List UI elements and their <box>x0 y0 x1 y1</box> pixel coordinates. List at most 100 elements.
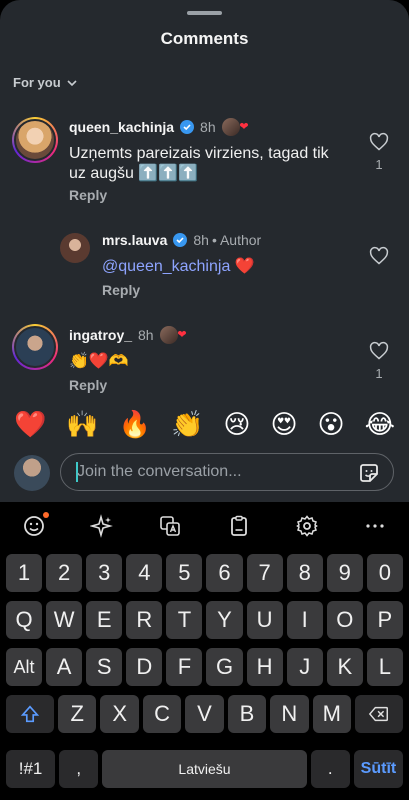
emoji-raised-hands[interactable]: 🙌 <box>66 410 98 440</box>
emoji-quick-bar: ❤️ 🙌 🔥 👏 😢 😍 😮 😂 <box>0 404 409 446</box>
shift-arrow-icon <box>20 705 40 723</box>
comment-time: 8h <box>193 232 209 248</box>
key-u[interactable]: U <box>246 601 283 639</box>
key-t[interactable]: T <box>166 601 203 639</box>
key-b[interactable]: B <box>227 695 267 733</box>
emoji-heart-eyes[interactable]: 😍 <box>270 410 297 440</box>
emoji-keyboard-button[interactable] <box>22 512 50 538</box>
more-options-button[interactable] <box>363 514 387 538</box>
translate-icon <box>160 516 181 536</box>
mention-link[interactable]: @queen_kachinja <box>102 258 230 275</box>
key-c[interactable]: C <box>142 695 182 733</box>
key-e[interactable]: E <box>86 601 123 639</box>
reply-button[interactable]: Reply <box>69 187 107 203</box>
comment-text: @queen_kachinja ❤️ <box>102 257 255 277</box>
key-j[interactable]: J <box>286 648 323 686</box>
avatar[interactable] <box>12 117 58 163</box>
heart-outline-icon[interactable] <box>369 246 389 266</box>
heart-outline-icon[interactable] <box>369 341 389 361</box>
key-1[interactable]: 1 <box>6 554 43 592</box>
keyboard-settings-button[interactable] <box>295 514 319 538</box>
number-row: 1 2 3 4 5 6 7 8 9 0 <box>6 554 403 592</box>
key-n[interactable]: N <box>270 695 309 733</box>
shift-key[interactable] <box>6 695 55 733</box>
sticker-icon[interactable] <box>357 461 381 485</box>
avatar[interactable] <box>12 324 58 370</box>
clipboard-icon <box>230 515 247 536</box>
comment-composer: Join the conversation... <box>14 453 394 493</box>
comments-sheet: Comments For you queen_kachinja 8h ❤ Uzņ… <box>0 0 409 502</box>
backspace-key[interactable] <box>354 695 404 733</box>
key-8[interactable]: 8 <box>286 554 323 592</box>
drag-handle[interactable] <box>187 11 222 15</box>
verified-badge-icon <box>180 120 195 134</box>
key-w[interactable]: W <box>46 601 83 639</box>
emoji-surprised[interactable]: 😮 <box>318 410 345 440</box>
sort-filter[interactable]: For you <box>13 75 79 90</box>
key-4[interactable]: 4 <box>126 554 163 592</box>
emoji-crying[interactable]: 😢 <box>223 410 250 440</box>
key-a[interactable]: A <box>46 648 83 686</box>
key-g[interactable]: G <box>206 648 243 686</box>
smiley-icon <box>24 516 44 536</box>
space-bar[interactable]: Latviešu <box>102 750 307 788</box>
comment-username[interactable]: mrs.lauva 8h • Author <box>102 232 261 248</box>
heart-outline-icon[interactable] <box>369 132 389 152</box>
emoji-fire[interactable]: 🔥 <box>119 410 151 440</box>
emoji-laughing[interactable]: 😂 <box>365 410 395 440</box>
emoji-heart[interactable]: ❤️ <box>14 410 46 440</box>
key-alt[interactable]: Alt <box>6 648 43 686</box>
symbols-key[interactable]: !#1 <box>6 750 56 788</box>
heart-icon: ❤ <box>177 329 187 341</box>
key-f[interactable]: F <box>166 648 203 686</box>
like-count: 1 <box>375 366 383 381</box>
key-p[interactable]: P <box>366 601 403 639</box>
comment-input-placeholder: Join the conversation... <box>77 463 242 480</box>
key-5[interactable]: 5 <box>166 554 203 592</box>
period-key[interactable]: . <box>310 750 350 788</box>
like-count: 1 <box>375 157 383 172</box>
key-0[interactable]: 0 <box>366 554 403 592</box>
comment-time: 8h <box>200 119 216 135</box>
key-z[interactable]: Z <box>58 695 97 733</box>
key-m[interactable]: M <box>312 695 351 733</box>
clipboard-button[interactable] <box>227 514 251 538</box>
key-k[interactable]: K <box>326 648 363 686</box>
comment-time: 8h <box>138 327 154 343</box>
key-l[interactable]: L <box>366 648 403 686</box>
bottom-row: !#1 , Latviešu . Sūtīt <box>6 750 403 788</box>
key-6[interactable]: 6 <box>206 554 243 592</box>
comment-input[interactable]: Join the conversation... <box>60 453 394 491</box>
key-v[interactable]: V <box>185 695 224 733</box>
comment-text: Uzņemts pareizais virziens, tagad tik uz… <box>69 145 329 182</box>
send-key[interactable]: Sūtīt <box>353 750 403 788</box>
key-o[interactable]: O <box>326 601 363 639</box>
letter-row-2: Alt A S D F G H J K L <box>6 648 403 686</box>
comment-username[interactable]: ingatroy_ 8h ❤ <box>69 326 187 344</box>
on-screen-keyboard: 1 2 3 4 5 6 7 8 9 0 Q W E R T Y U I O P … <box>0 502 409 800</box>
comma-key[interactable]: , <box>59 750 99 788</box>
key-x[interactable]: X <box>100 695 139 733</box>
key-2[interactable]: 2 <box>46 554 83 592</box>
key-d[interactable]: D <box>126 648 163 686</box>
ai-writing-button[interactable] <box>89 514 114 538</box>
key-i[interactable]: I <box>286 601 323 639</box>
reply-button[interactable]: Reply <box>102 282 140 298</box>
key-y[interactable]: Y <box>206 601 243 639</box>
key-3[interactable]: 3 <box>86 554 123 592</box>
key-9[interactable]: 9 <box>326 554 363 592</box>
author-tag: • Author <box>211 232 262 248</box>
sheet-title: Comments <box>160 29 249 48</box>
key-7[interactable]: 7 <box>246 554 283 592</box>
translate-button[interactable] <box>158 514 182 538</box>
key-s[interactable]: S <box>86 648 123 686</box>
key-r[interactable]: R <box>126 601 163 639</box>
emoji-clap[interactable]: 👏 <box>171 410 203 440</box>
filter-label: For you <box>13 75 61 90</box>
key-h[interactable]: H <box>246 648 283 686</box>
avatar[interactable] <box>60 233 90 263</box>
comment-username[interactable]: queen_kachinja 8h ❤ <box>69 118 249 136</box>
reply-button[interactable]: Reply <box>69 377 107 393</box>
comment-text-suffix: ❤️ <box>230 258 255 275</box>
key-q[interactable]: Q <box>6 601 43 639</box>
